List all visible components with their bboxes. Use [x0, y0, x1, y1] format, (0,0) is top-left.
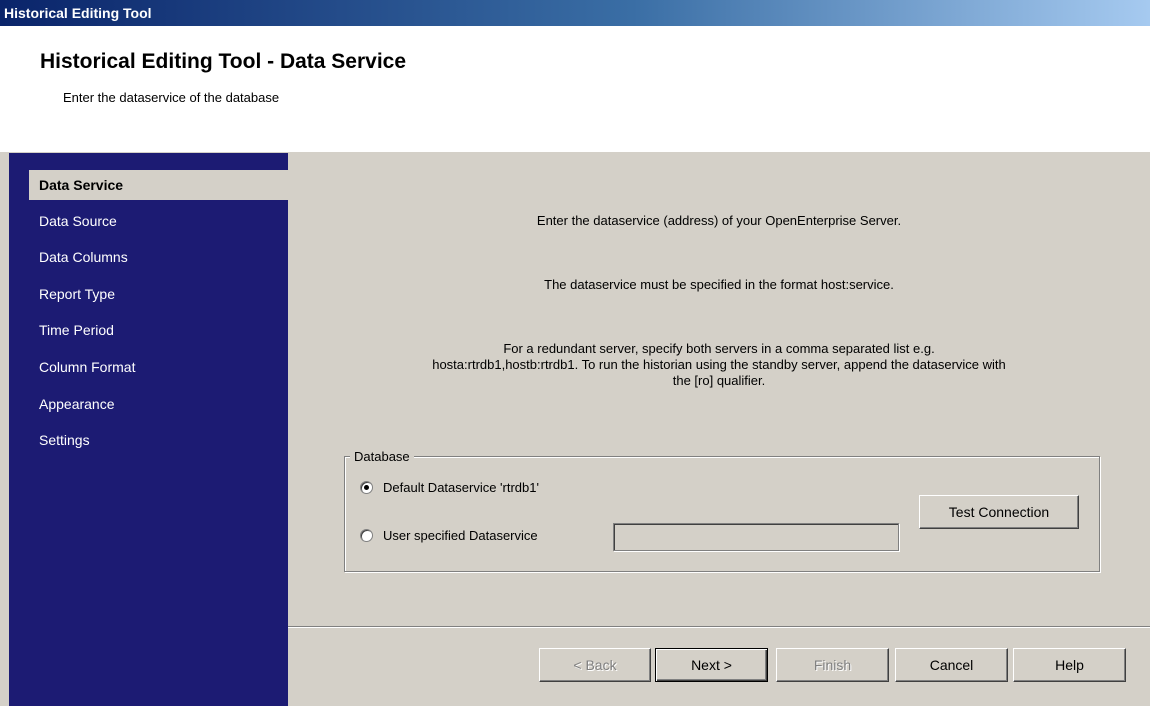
- next-button[interactable]: Next >: [655, 648, 768, 682]
- window-title-bar: Historical Editing Tool: [0, 0, 1150, 26]
- user-dataservice-label: User specified Dataservice: [383, 528, 538, 543]
- default-dataservice-option[interactable]: Default Dataservice 'rtrdb1': [360, 480, 539, 495]
- database-group-label: Database: [350, 449, 414, 464]
- cancel-button[interactable]: Cancel: [895, 648, 1008, 682]
- user-dataservice-radio[interactable]: [360, 529, 373, 542]
- redundant-note-line3: the [ro] qualifier.: [672, 373, 766, 388]
- default-dataservice-label: Default Dataservice 'rtrdb1': [383, 480, 539, 495]
- window-title: Historical Editing Tool: [4, 5, 152, 21]
- default-dataservice-radio[interactable]: [360, 481, 373, 494]
- help-button[interactable]: Help: [1013, 648, 1126, 682]
- sidebar-item-data-service[interactable]: Data Service: [29, 170, 297, 200]
- user-dataservice-input[interactable]: [613, 523, 899, 551]
- finish-button[interactable]: Finish: [776, 648, 889, 682]
- footer-separator: [288, 626, 1150, 628]
- sidebar-item-time-period[interactable]: Time Period: [29, 315, 297, 345]
- sidebar-item-report-type[interactable]: Report Type: [29, 279, 297, 309]
- wizard-step-sidebar: Data Service Data Source Data Columns Re…: [9, 153, 297, 706]
- page-title: Historical Editing Tool - Data Service: [40, 50, 407, 73]
- page-subtitle: Enter the dataservice of the database: [63, 90, 280, 105]
- sidebar-item-column-format[interactable]: Column Format: [29, 352, 297, 382]
- wizard-header: Historical Editing Tool - Data Service E…: [0, 26, 1150, 152]
- sidebar-item-settings[interactable]: Settings: [29, 425, 297, 455]
- back-button[interactable]: < Back: [539, 648, 651, 682]
- intro-text: Enter the dataservice (address) of your …: [536, 213, 902, 228]
- sidebar-item-data-source[interactable]: Data Source: [29, 206, 297, 236]
- format-note: The dataservice must be specified in the…: [544, 277, 894, 292]
- redundant-note-line2: hosta:rtrdb1,hostb:rtrdb1. To run the hi…: [432, 357, 1006, 372]
- sidebar-item-appearance[interactable]: Appearance: [29, 389, 297, 419]
- sidebar-item-data-columns[interactable]: Data Columns: [29, 242, 297, 272]
- redundant-note-line1: For a redundant server, specify both ser…: [503, 341, 935, 356]
- wizard-content: Enter the dataservice (address) of your …: [288, 153, 1150, 706]
- user-dataservice-option[interactable]: User specified Dataservice: [360, 528, 538, 543]
- test-connection-button[interactable]: Test Connection: [919, 495, 1079, 529]
